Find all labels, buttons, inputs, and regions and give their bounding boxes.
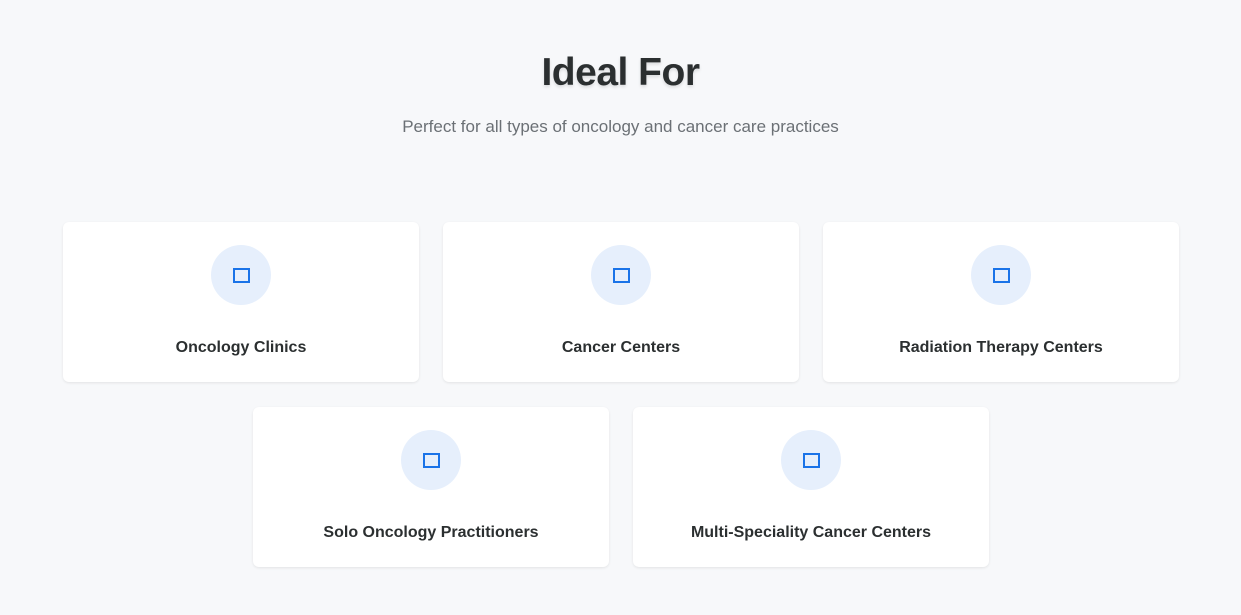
icon-circle xyxy=(591,245,651,305)
icon-circle xyxy=(211,245,271,305)
card-title: Cancer Centers xyxy=(561,339,681,356)
card-cancer-centers: Cancer Centers xyxy=(443,222,799,382)
icon-circle xyxy=(781,430,841,490)
square-icon xyxy=(803,453,820,468)
square-icon xyxy=(423,453,440,468)
card-title: Multi-Speciality Cancer Centers xyxy=(690,524,932,541)
card-solo-oncology-practitioners: Solo Oncology Practitioners xyxy=(253,407,609,567)
card-title: Radiation Therapy Centers xyxy=(899,339,1103,356)
section-title: Ideal For xyxy=(541,51,700,94)
ideal-for-section: Ideal For Perfect for all types of oncol… xyxy=(0,0,1241,615)
card-title: Solo Oncology Practitioners xyxy=(323,524,539,541)
section-subtitle: Perfect for all types of oncology and ca… xyxy=(402,117,839,136)
square-icon xyxy=(993,268,1010,283)
card-oncology-clinics: Oncology Clinics xyxy=(63,222,419,382)
square-icon xyxy=(233,268,250,283)
square-icon xyxy=(613,268,630,283)
card-title: Oncology Clinics xyxy=(175,339,307,356)
icon-circle xyxy=(401,430,461,490)
icon-circle xyxy=(971,245,1031,305)
card-radiation-therapy-centers: Radiation Therapy Centers xyxy=(823,222,1179,382)
card-multi-speciality-cancer-centers: Multi-Speciality Cancer Centers xyxy=(633,407,989,567)
